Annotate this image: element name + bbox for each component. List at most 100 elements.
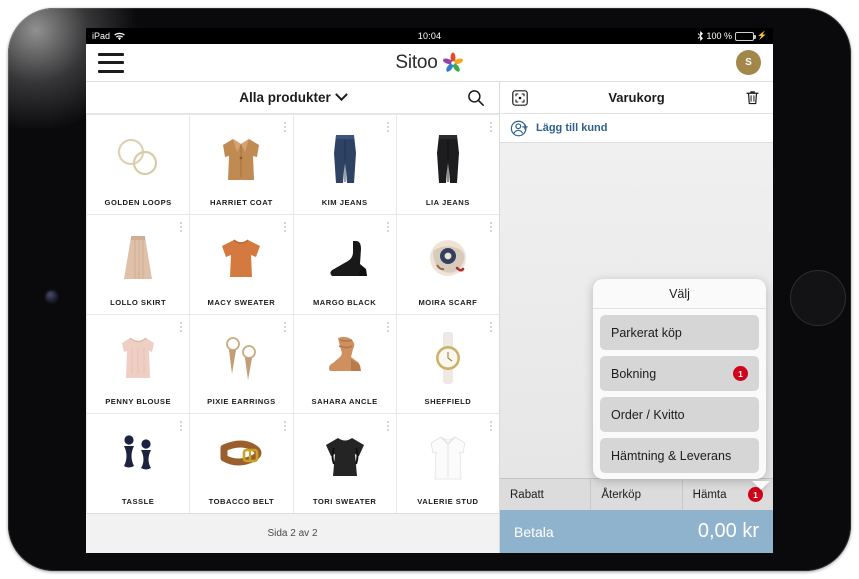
more-vertical-icon[interactable]	[386, 221, 389, 232]
app-top-bar: Sitoo S	[86, 44, 773, 82]
cart-title: Varukorg	[608, 90, 665, 105]
product-card[interactable]: LIA JEANS	[396, 115, 499, 214]
pay-amount: 0,00 kr	[697, 520, 759, 542]
product-card[interactable]: TOBACCO BELT	[190, 414, 293, 513]
product-thumbnail	[298, 420, 392, 494]
ios-status-bar: iPad 10:04 100 % ⚡	[86, 28, 773, 44]
more-vertical-icon[interactable]	[386, 421, 389, 432]
popover-item-label: Parkerat köp	[611, 325, 682, 340]
product-thumbnail	[401, 221, 495, 295]
product-name: LOLLO SKIRT	[110, 297, 167, 307]
more-vertical-icon[interactable]	[283, 122, 286, 132]
product-card[interactable]: MARGO BLACK	[293, 214, 396, 314]
add-person-icon	[510, 120, 528, 136]
product-thumbnail	[194, 420, 288, 494]
sitoo-star-logo-icon	[442, 52, 463, 72]
popover-item[interactable]: Order / Kvitto	[600, 397, 759, 432]
product-thumbnail	[401, 321, 495, 395]
product-name: MACY SWEATER	[207, 297, 276, 307]
popover-item-list: Parkerat köp Bokning 1 Order / Kvitto Hämtni…	[593, 315, 766, 473]
more-vertical-icon[interactable]	[490, 122, 492, 132]
product-name: SAHARA ANCLE	[311, 397, 378, 407]
more-vertical-icon[interactable]	[180, 321, 183, 332]
battery-full-icon	[735, 31, 757, 41]
product-thumbnail	[91, 321, 185, 395]
product-card[interactable]: MACY SWEATER	[190, 214, 293, 314]
product-grid: GOLDEN LOOPS HARRIET COAT KIM JEANS LIA JEA…	[86, 114, 499, 513]
product-card[interactable]: SAHARA ANCLE	[293, 314, 396, 414]
cart-action-label: Återköp	[601, 488, 641, 501]
product-card[interactable]: VALERIE STUD	[396, 414, 499, 513]
product-card[interactable]: TASSLE	[87, 414, 190, 513]
category-filter-dropdown[interactable]: Alla produkter	[239, 88, 348, 105]
popover-title: Välj	[593, 279, 766, 309]
popover-arrow	[752, 481, 770, 490]
ipad-screen: iPad 10:04 100 % ⚡ Sitoo S Alla produkte…	[86, 28, 773, 553]
scan-barcode-icon[interactable]	[512, 89, 528, 106]
cart-action-button[interactable]: Återköp	[591, 479, 682, 510]
product-name: HARRIET COAT	[209, 197, 273, 207]
product-name: SHEFFIELD	[424, 397, 472, 407]
more-vertical-icon[interactable]	[490, 421, 492, 432]
product-thumbnail	[194, 321, 288, 395]
product-card[interactable]: TORI SWEATER	[293, 414, 396, 513]
battery-percent-label: 100 %	[706, 31, 733, 41]
more-vertical-icon[interactable]	[490, 221, 492, 232]
product-name: MARGO BLACK	[312, 297, 377, 307]
product-name: TOBACCO BELT	[208, 497, 275, 506]
page-indicator-label: Sida 2 av 2	[267, 528, 318, 539]
more-vertical-icon[interactable]	[283, 221, 286, 232]
product-name: MOIRA SCARF	[418, 297, 478, 307]
avatar-initial: S	[745, 57, 752, 68]
more-vertical-icon[interactable]	[180, 421, 183, 432]
popover-item[interactable]: Bokning 1	[600, 356, 759, 391]
product-thumbnail	[298, 221, 392, 295]
product-name: LIA JEANS	[425, 197, 470, 207]
more-vertical-icon[interactable]	[386, 321, 389, 332]
hamburger-menu-icon[interactable]	[98, 52, 124, 73]
product-name: VALERIE STUD	[417, 497, 479, 506]
brand-name-label: Sitoo	[395, 51, 438, 73]
search-icon[interactable]	[467, 89, 485, 107]
add-customer-label: Lägg till kund	[536, 122, 608, 134]
add-customer-button[interactable]: Lägg till kund	[500, 114, 773, 143]
product-card[interactable]: HARRIET COAT	[190, 115, 293, 214]
product-card[interactable]: LOLLO SKIRT	[87, 214, 190, 314]
more-vertical-icon[interactable]	[386, 122, 389, 132]
product-thumbnail	[298, 321, 392, 395]
product-card[interactable]: PENNY BLOUSE	[87, 314, 190, 414]
trash-icon[interactable]	[744, 89, 761, 106]
product-card[interactable]: PIXIE EARRINGS	[190, 314, 293, 414]
popover-item[interactable]: Parkerat köp	[600, 315, 759, 350]
product-card[interactable]: GOLDEN LOOPS	[87, 115, 190, 214]
status-badge: 1	[733, 366, 748, 381]
cart-action-button[interactable]: Rabatt	[500, 479, 591, 510]
bluetooth-icon	[697, 31, 703, 41]
product-filter-bar: Alla produkter	[86, 82, 499, 114]
product-name: TASSLE	[121, 497, 155, 506]
home-button[interactable]	[790, 270, 846, 326]
product-thumbnail	[91, 121, 185, 195]
pay-label: Betala	[514, 523, 554, 540]
popover-item[interactable]: Hämtning & Leverans	[600, 438, 759, 473]
more-vertical-icon[interactable]	[283, 321, 286, 332]
cart-action-label: Hämta	[692, 488, 727, 501]
product-card[interactable]: SHEFFIELD	[396, 314, 499, 414]
more-vertical-icon[interactable]	[180, 221, 183, 232]
page-indicator: Sida 2 av 2	[86, 513, 499, 553]
popover-item-label: Bokning	[611, 366, 657, 381]
product-name: GOLDEN LOOPS	[104, 197, 172, 207]
more-vertical-icon[interactable]	[490, 321, 492, 332]
products-pane: Alla produkter GOLDEN LOOPS HARRIET COAT K…	[86, 82, 500, 553]
cart-action-bar: Rabatt Återköp Hämta 1	[500, 478, 773, 510]
product-thumbnail	[194, 221, 288, 295]
popover-item-label: Hämtning & Leverans	[611, 448, 732, 463]
product-thumbnail	[298, 121, 392, 195]
more-vertical-icon[interactable]	[283, 421, 286, 432]
avatar[interactable]: S	[736, 50, 761, 75]
select-popover: Välj Parkerat köp Bokning 1 Order / Kvitto H…	[593, 279, 766, 479]
product-thumbnail	[194, 121, 288, 195]
pay-button[interactable]: Betala 0,00 kr	[500, 510, 773, 553]
product-card[interactable]: MOIRA SCARF	[396, 214, 499, 314]
product-card[interactable]: KIM JEANS	[293, 115, 396, 214]
